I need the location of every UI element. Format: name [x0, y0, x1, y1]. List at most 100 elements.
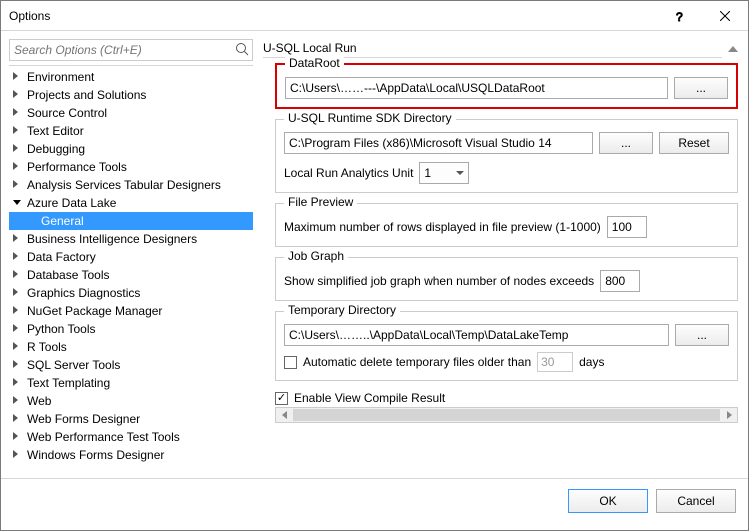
- chevron-right-icon[interactable]: [13, 450, 23, 460]
- tree-item-label: Web Performance Test Tools: [27, 430, 180, 444]
- chevron-right-icon[interactable]: [13, 180, 23, 190]
- tree-item[interactable]: Performance Tools: [9, 158, 253, 176]
- enable-compile-label: Enable View Compile Result: [294, 391, 445, 405]
- chevron-right-icon[interactable]: [13, 144, 23, 154]
- titlebar: Options ?: [1, 1, 748, 31]
- chevron-right-icon[interactable]: [13, 360, 23, 370]
- runtime-browse-button[interactable]: ...: [599, 132, 653, 154]
- tree-item[interactable]: Web Forms Designer: [9, 410, 253, 428]
- tree-item-label: Web: [27, 394, 51, 408]
- chevron-right-icon[interactable]: [13, 162, 23, 172]
- ok-button[interactable]: OK: [568, 489, 648, 513]
- chevron-right-icon[interactable]: [13, 342, 23, 352]
- chevron-right-icon[interactable]: [13, 324, 23, 334]
- tree-item-label: Environment: [27, 70, 94, 84]
- chevron-right-icon[interactable]: [13, 108, 23, 118]
- chevron-right-icon[interactable]: [13, 90, 23, 100]
- tree-item-label: Projects and Solutions: [27, 88, 146, 102]
- tree-item-label: Business Intelligence Designers: [27, 232, 197, 246]
- tree-item-label: Debugging: [27, 142, 85, 156]
- chevron-right-icon[interactable]: [13, 126, 23, 136]
- chevron-down-icon[interactable]: [13, 198, 23, 208]
- cancel-button[interactable]: Cancel: [656, 489, 736, 513]
- close-button[interactable]: [702, 1, 748, 31]
- tree-item[interactable]: SQL Server Tools: [9, 356, 253, 374]
- options-tree[interactable]: Environment Projects and Solutions Source …: [9, 65, 253, 478]
- search-input[interactable]: [9, 39, 253, 61]
- tree-item[interactable]: Database Tools: [9, 266, 253, 284]
- tree-item[interactable]: Projects and Solutions: [9, 86, 253, 104]
- tree-item[interactable]: Environment: [9, 68, 253, 86]
- runtime-reset-button[interactable]: Reset: [659, 132, 729, 154]
- collapse-section-icon[interactable]: [728, 46, 738, 52]
- chevron-right-icon[interactable]: [13, 252, 23, 262]
- help-button[interactable]: ?: [656, 1, 702, 31]
- search-icon[interactable]: [235, 42, 249, 59]
- autodelete-days-input[interactable]: [537, 352, 573, 372]
- tree-item[interactable]: Source Control: [9, 104, 253, 122]
- tree-item[interactable]: Web: [9, 392, 253, 410]
- tempdir-input[interactable]: [284, 324, 669, 346]
- chevron-right-icon[interactable]: [13, 306, 23, 316]
- tree-item[interactable]: Data Factory: [9, 248, 253, 266]
- job-graph-group: Job Graph Show simplified job graph when…: [275, 257, 738, 301]
- dataroot-group: DataRoot ...: [275, 63, 738, 109]
- tree-item-label: Database Tools: [27, 268, 110, 282]
- tree-item-label: Windows Forms Designer: [27, 448, 164, 462]
- tree-item[interactable]: Azure Data Lake: [9, 194, 253, 212]
- tree-item-label: Data Factory: [27, 250, 96, 264]
- file-preview-group: File Preview Maximum number of rows disp…: [275, 203, 738, 247]
- chevron-right-icon[interactable]: [13, 414, 23, 424]
- analytics-unit-combo[interactable]: 1: [419, 162, 469, 184]
- tree-item[interactable]: R Tools: [9, 338, 253, 356]
- tree-item-label: Analysis Services Tabular Designers: [27, 178, 221, 192]
- runtime-group: U-SQL Runtime SDK Directory ... Reset Lo…: [275, 119, 738, 193]
- scroll-right-icon[interactable]: [721, 408, 737, 422]
- tree-item[interactable]: Analysis Services Tabular Designers: [9, 176, 253, 194]
- chevron-right-icon[interactable]: [13, 432, 23, 442]
- tree-item[interactable]: Web Performance Test Tools: [9, 428, 253, 446]
- runtime-input[interactable]: [284, 132, 593, 154]
- settings-panel: U-SQL Local Run DataRoot ... U-SQL Runti…: [263, 39, 748, 478]
- job-graph-label: Show simplified job graph when number of…: [284, 274, 594, 288]
- horizontal-scrollbar[interactable]: [275, 407, 738, 423]
- tree-item-label: Graphics Diagnostics: [27, 286, 140, 300]
- dialog-footer: OK Cancel: [1, 478, 748, 522]
- file-preview-value[interactable]: [607, 216, 647, 238]
- tree-item[interactable]: Debugging: [9, 140, 253, 158]
- scroll-left-icon[interactable]: [276, 408, 292, 422]
- chevron-right-icon[interactable]: [13, 270, 23, 280]
- dataroot-browse-button[interactable]: ...: [674, 77, 728, 99]
- chevron-right-icon[interactable]: [13, 288, 23, 298]
- analytics-unit-label: Local Run Analytics Unit: [284, 166, 413, 180]
- job-graph-value[interactable]: [600, 270, 640, 292]
- enable-compile-checkbox[interactable]: [275, 392, 288, 405]
- tree-item-label: General: [41, 214, 84, 228]
- autodelete-checkbox[interactable]: [284, 356, 297, 369]
- chevron-right-icon[interactable]: [13, 72, 23, 82]
- tree-item[interactable]: Text Templating: [9, 374, 253, 392]
- tree-item-label: Text Templating: [27, 376, 110, 390]
- tree-item[interactable]: NuGet Package Manager: [9, 302, 253, 320]
- tempdir-browse-button[interactable]: ...: [675, 324, 729, 346]
- scroll-thumb[interactable]: [293, 409, 720, 421]
- chevron-down-icon: [456, 171, 464, 175]
- tree-item-label: Web Forms Designer: [27, 412, 140, 426]
- tree-item[interactable]: General: [9, 212, 253, 230]
- chevron-right-icon[interactable]: [13, 234, 23, 244]
- svg-text:?: ?: [676, 10, 683, 23]
- tree-item[interactable]: Text Editor: [9, 122, 253, 140]
- dataroot-input[interactable]: [285, 77, 668, 99]
- chevron-right-icon[interactable]: [13, 396, 23, 406]
- autodelete-label-post: days: [579, 355, 604, 369]
- tree-item[interactable]: Windows Forms Designer: [9, 446, 253, 464]
- left-panel: Environment Projects and Solutions Source …: [9, 39, 253, 478]
- tree-item-label: NuGet Package Manager: [27, 304, 162, 318]
- window-title: Options: [9, 9, 656, 23]
- tree-item[interactable]: Python Tools: [9, 320, 253, 338]
- tree-item[interactable]: Graphics Diagnostics: [9, 284, 253, 302]
- tree-item-label: Source Control: [27, 106, 107, 120]
- tree-item[interactable]: Business Intelligence Designers: [9, 230, 253, 248]
- chevron-right-icon[interactable]: [13, 378, 23, 388]
- file-preview-label: Maximum number of rows displayed in file…: [284, 220, 601, 234]
